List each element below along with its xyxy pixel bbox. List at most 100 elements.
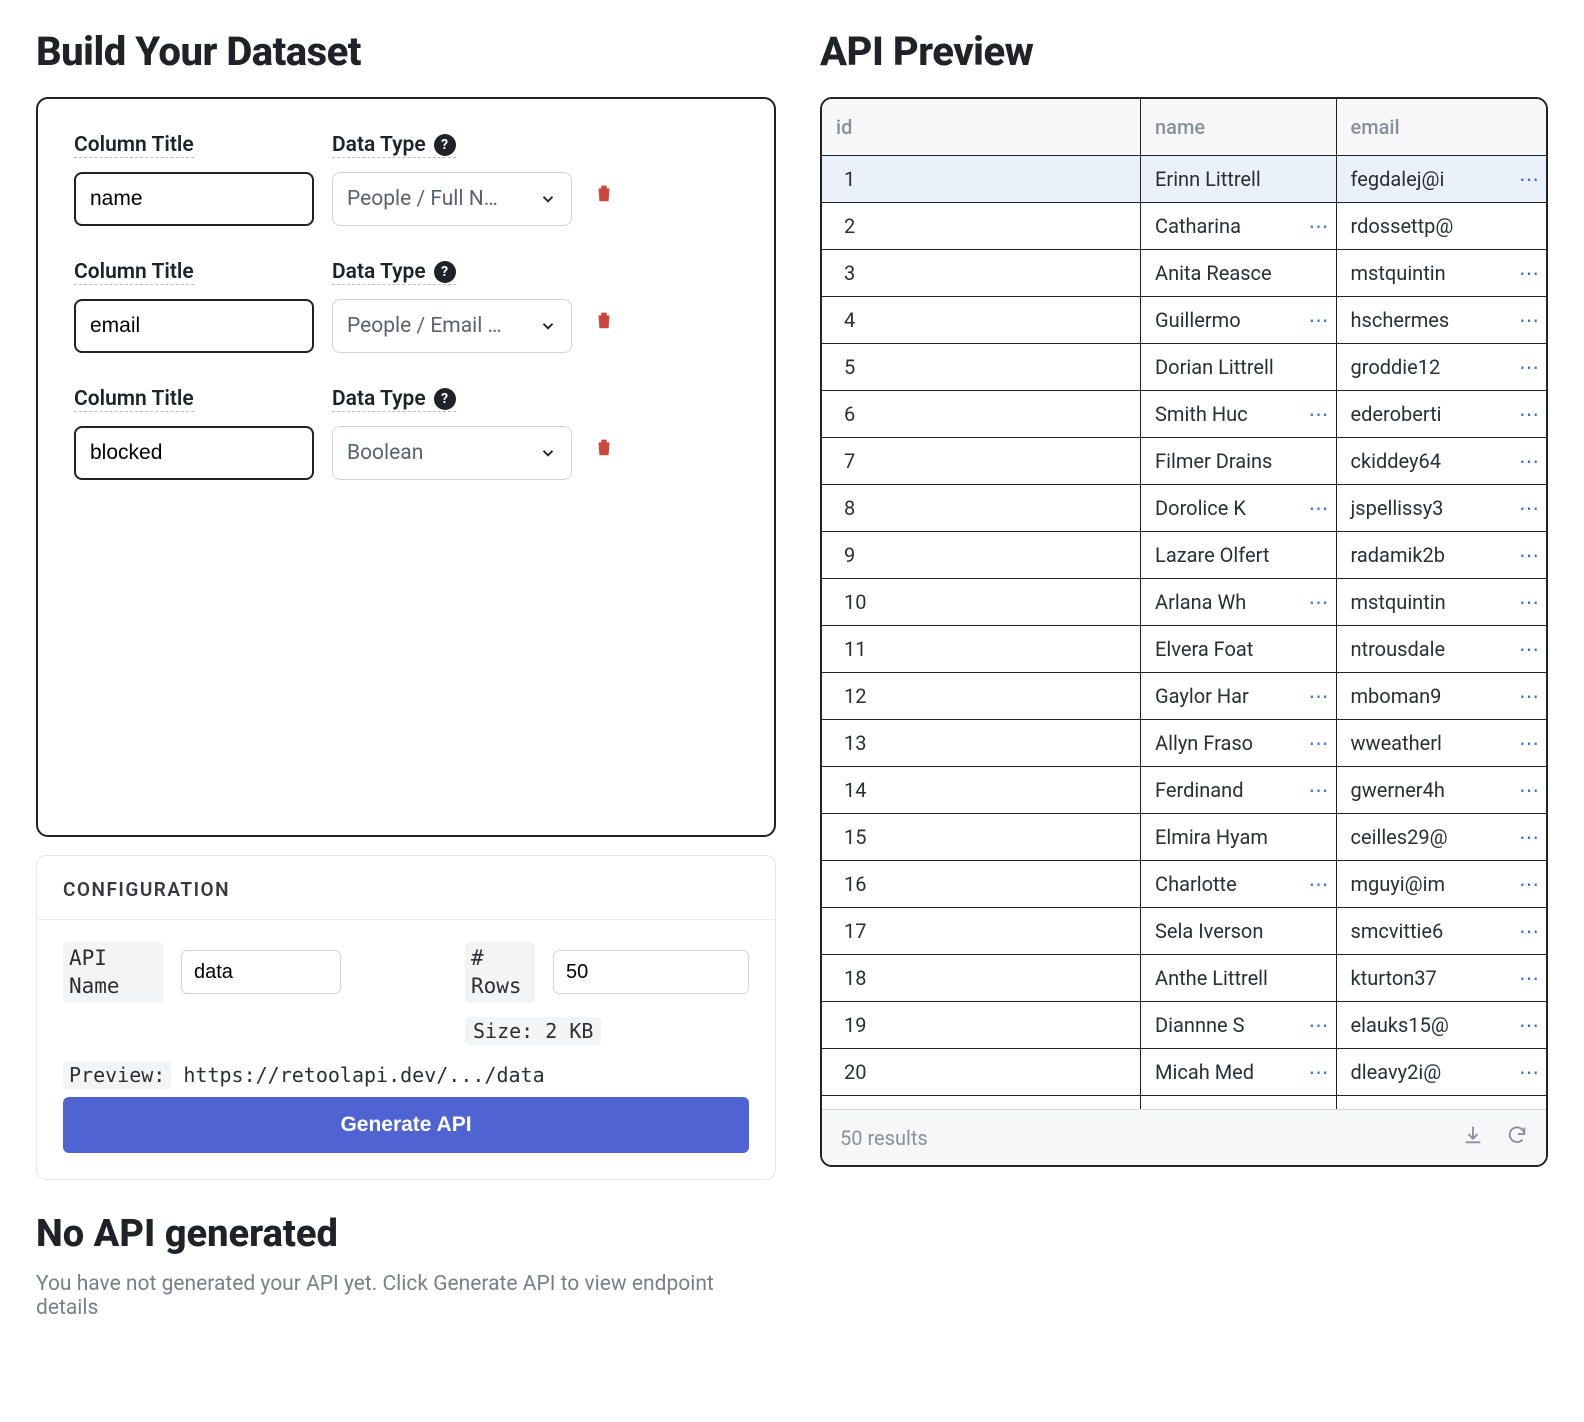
cell-id: 5	[822, 344, 1141, 391]
cell-email: hschermes⋯	[1336, 297, 1546, 344]
ellipsis-icon: ⋯	[1519, 261, 1540, 285]
data-type-select[interactable]: People / Full N…	[332, 172, 572, 226]
data-type-select[interactable]: Boolean	[332, 426, 572, 480]
cell-name: Arlana Wh⋯	[1141, 579, 1336, 626]
chevron-down-icon	[539, 444, 557, 462]
cell-email: smcvittie6⋯	[1336, 908, 1546, 955]
ellipsis-icon: ⋯	[1309, 1107, 1330, 1109]
cell-id: 7	[822, 438, 1141, 485]
cell-id: 19	[822, 1002, 1141, 1049]
data-type-select[interactable]: People / Email …	[332, 299, 572, 353]
generate-api-button[interactable]: Generate API	[63, 1097, 749, 1153]
table-row[interactable]: 2 Catharina⋯ rdossettp@	[822, 203, 1546, 250]
help-icon[interactable]: ?	[434, 261, 456, 283]
table-row[interactable]: 21 Rickey Bro⋯ cthorold1i⋯	[822, 1096, 1546, 1110]
cell-id: 3	[822, 250, 1141, 297]
cell-email: mguyi@im⋯	[1336, 861, 1546, 908]
help-icon[interactable]: ?	[434, 134, 456, 156]
table-row[interactable]: 1 Erinn Littrell fegdalej@i⋯	[822, 156, 1546, 203]
cell-name: Micah Med⋯	[1141, 1049, 1336, 1096]
cell-name: Sela Iverson	[1141, 908, 1336, 955]
col-header-id[interactable]: id	[822, 99, 1141, 156]
table-row[interactable]: 10 Arlana Wh⋯ mstquintin⋯	[822, 579, 1546, 626]
ellipsis-icon: ⋯	[1309, 214, 1330, 238]
table-row[interactable]: 9 Lazare Olfert radamik2b⋯	[822, 532, 1546, 579]
ellipsis-icon: ⋯	[1519, 684, 1540, 708]
column-title-label: Column Title	[74, 133, 194, 158]
table-row[interactable]: 8 Dorolice K⋯ jspellissy3⋯	[822, 485, 1546, 532]
table-row[interactable]: 20 Micah Med⋯ dleavy2i@⋯	[822, 1049, 1546, 1096]
api-name-input[interactable]	[181, 950, 341, 994]
no-api-title: No API generated	[36, 1212, 776, 1256]
preview-table: id name email 1 Erinn Littrell fegdalej@…	[822, 99, 1546, 1109]
table-row[interactable]: 5 Dorian Littrell groddie12⋯	[822, 344, 1546, 391]
delete-column-button[interactable]	[590, 433, 618, 461]
delete-column-button[interactable]	[590, 306, 618, 334]
cell-email: kturton37⋯	[1336, 955, 1546, 1002]
column-row: Column Title Data Type ? Boolean	[74, 387, 738, 480]
cell-email: dleavy2i@⋯	[1336, 1049, 1546, 1096]
cell-name: Erinn Littrell	[1141, 156, 1336, 203]
cell-id: 4	[822, 297, 1141, 344]
table-row[interactable]: 12 Gaylor Har⋯ mboman9⋯	[822, 673, 1546, 720]
table-row[interactable]: 17 Sela Iverson smcvittie6⋯	[822, 908, 1546, 955]
chevron-down-icon	[539, 317, 557, 335]
cell-id: 10	[822, 579, 1141, 626]
ellipsis-icon: ⋯	[1519, 308, 1540, 332]
ellipsis-icon: ⋯	[1309, 872, 1330, 896]
table-row[interactable]: 13 Allyn Fraso⋯ wweatherl⋯	[822, 720, 1546, 767]
table-row[interactable]: 6 Smith Huc⋯ ederoberti⋯	[822, 391, 1546, 438]
config-header: CONFIGURATION	[37, 856, 775, 920]
column-title-input[interactable]	[74, 299, 314, 353]
ellipsis-icon: ⋯	[1519, 496, 1540, 520]
ellipsis-icon: ⋯	[1519, 872, 1540, 896]
table-row[interactable]: 14 Ferdinand⋯ gwerner4h⋯	[822, 767, 1546, 814]
table-row[interactable]: 16 Charlotte⋯ mguyi@im⋯	[822, 861, 1546, 908]
rows-input[interactable]	[554, 951, 749, 993]
cell-name: Guillermo⋯	[1141, 297, 1336, 344]
delete-column-button[interactable]	[590, 179, 618, 207]
col-header-name[interactable]: name	[1141, 99, 1336, 156]
col-header-email[interactable]: email	[1336, 99, 1546, 156]
chevron-down-icon	[539, 190, 557, 208]
rows-label: # Rows	[465, 942, 535, 1003]
cell-email: jspellissy3⋯	[1336, 485, 1546, 532]
cell-email: fegdalej@i⋯	[1336, 156, 1546, 203]
cell-email: elauks15@⋯	[1336, 1002, 1546, 1049]
column-row: Column Title Data Type ? People / Full N…	[74, 133, 738, 226]
table-row[interactable]: 3 Anita Reasce mstquintin⋯	[822, 250, 1546, 297]
cell-email: ckiddey64⋯	[1336, 438, 1546, 485]
ellipsis-icon: ⋯	[1309, 731, 1330, 755]
cell-id: 12	[822, 673, 1141, 720]
cell-name: Catharina⋯	[1141, 203, 1336, 250]
download-icon[interactable]	[1462, 1124, 1484, 1151]
ellipsis-icon: ⋯	[1519, 919, 1540, 943]
help-icon[interactable]: ?	[434, 388, 456, 410]
ellipsis-icon: ⋯	[1519, 355, 1540, 379]
table-row[interactable]: 15 Elmira Hyam ceilles29@⋯	[822, 814, 1546, 861]
ellipsis-icon: ⋯	[1519, 966, 1540, 990]
cell-email: rdossettp@	[1336, 203, 1546, 250]
size-note: Size: 2 KB	[465, 1017, 601, 1045]
preview-title: API Preview	[820, 28, 1548, 75]
ellipsis-icon: ⋯	[1309, 402, 1330, 426]
cell-name: Gaylor Har⋯	[1141, 673, 1336, 720]
cell-id: 6	[822, 391, 1141, 438]
config-panel: CONFIGURATION API Name # Rows	[36, 855, 776, 1180]
cell-email: mboman9⋯	[1336, 673, 1546, 720]
column-title-input[interactable]	[74, 426, 314, 480]
cell-name: Filmer Drains	[1141, 438, 1336, 485]
cell-id: 14	[822, 767, 1141, 814]
table-row[interactable]: 18 Anthe Littrell kturton37⋯	[822, 955, 1546, 1002]
table-row[interactable]: 7 Filmer Drains ckiddey64⋯	[822, 438, 1546, 485]
table-row[interactable]: 19 Diannne S⋯ elauks15@⋯	[822, 1002, 1546, 1049]
ellipsis-icon: ⋯	[1519, 543, 1540, 567]
ellipsis-icon: ⋯	[1519, 449, 1540, 473]
column-title-input[interactable]	[74, 172, 314, 226]
cell-id: 13	[822, 720, 1141, 767]
cell-name: Allyn Fraso⋯	[1141, 720, 1336, 767]
cell-name: Smith Huc⋯	[1141, 391, 1336, 438]
refresh-icon[interactable]	[1506, 1124, 1528, 1151]
table-row[interactable]: 4 Guillermo⋯ hschermes⋯	[822, 297, 1546, 344]
table-row[interactable]: 11 Elvera Foat ntrousdale⋯	[822, 626, 1546, 673]
